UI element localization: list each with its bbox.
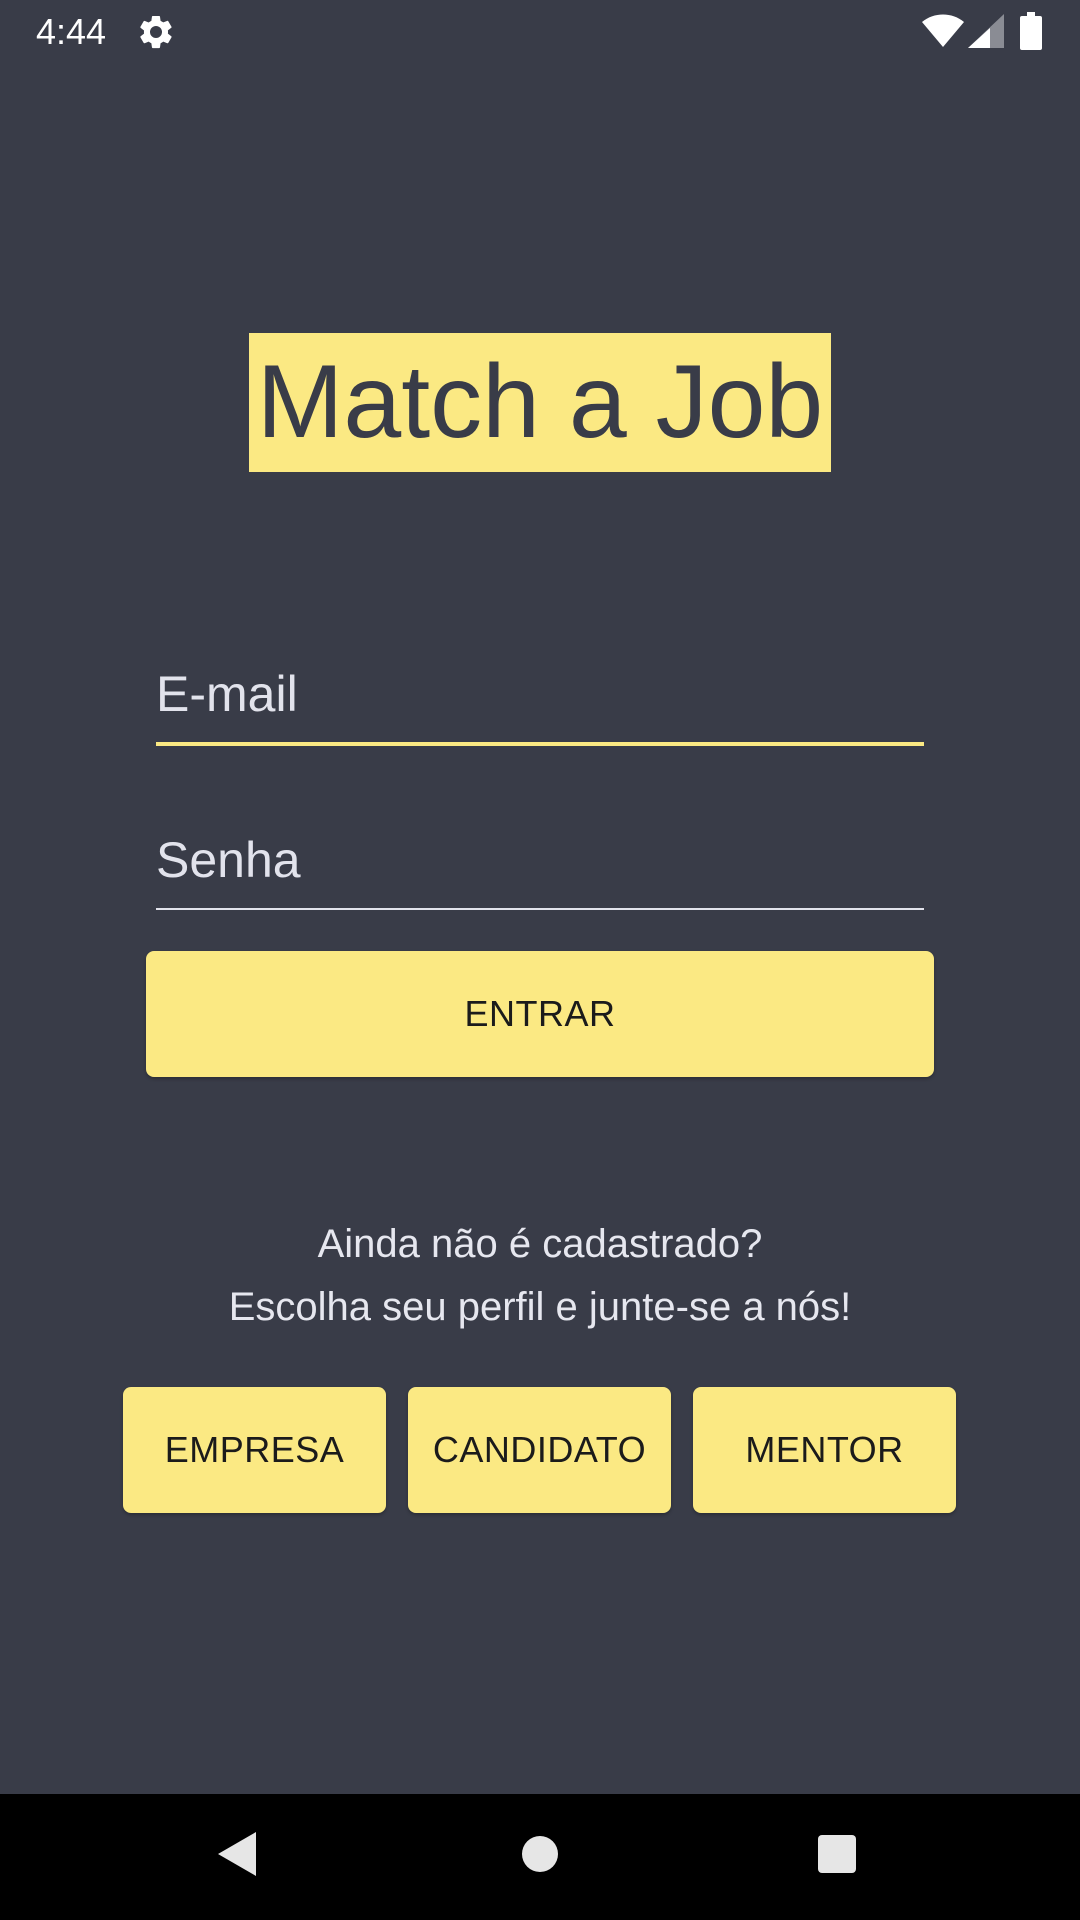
enter-button[interactable]: ENTRAR [146,951,934,1077]
recents-icon[interactable] [817,1834,857,1874]
status-time: 4:44 [36,11,107,52]
status-bar: 4:44 [0,0,1080,64]
password-input[interactable] [156,812,924,908]
role-button-candidato[interactable]: CANDIDATO [408,1387,671,1513]
home-icon[interactable] [520,1834,560,1874]
email-input[interactable] [156,646,924,742]
role-button-empresa[interactable]: EMPRESA [123,1387,386,1513]
email-field[interactable] [156,646,924,746]
wifi-icon [922,14,964,47]
back-icon[interactable] [216,1830,258,1878]
signal-icon [968,14,1004,48]
gear-icon [140,15,172,49]
signup-prompt: Escolha seu perfil e junte-se a nós! [228,1285,852,1329]
navigation-bar [0,1794,1080,1920]
signup-question: Ainda não é cadastrado? [317,1222,763,1266]
role-button-mentor[interactable]: MENTOR [693,1387,956,1513]
battery-icon [1020,12,1042,50]
password-field[interactable] [156,812,924,910]
app-title: Match a Job [249,333,831,472]
